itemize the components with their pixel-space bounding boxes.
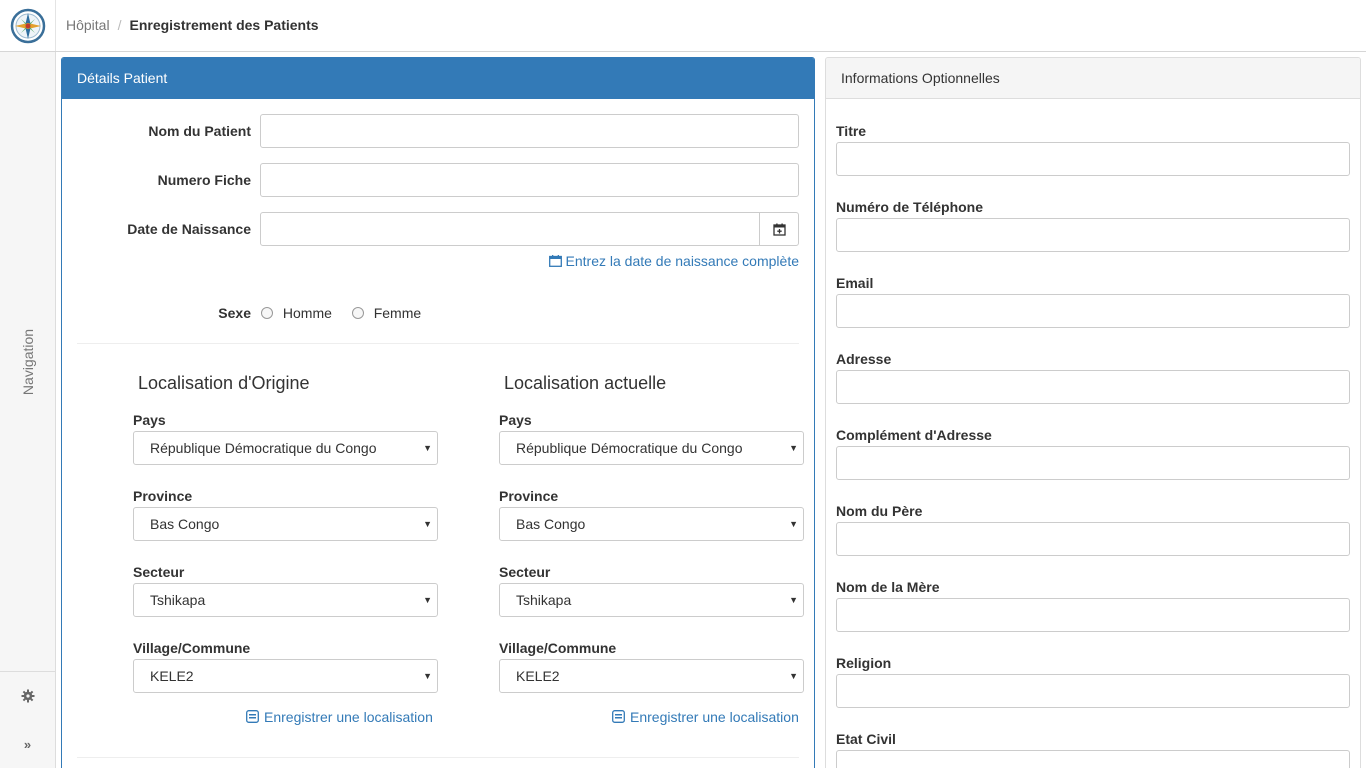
religion-input[interactable] <box>836 674 1350 708</box>
origin-country-label: Pays <box>133 412 166 428</box>
section-divider <box>77 757 799 758</box>
breadcrumb: Hôpital / Enregistrement des Patients <box>66 17 319 33</box>
dropdown-caret-icon: ▼ <box>423 443 432 453</box>
origin-village-select[interactable]: KELE2 ▼ <box>133 659 438 693</box>
current-country-label: Pays <box>499 412 532 428</box>
current-location-title: Localisation actuelle <box>504 373 667 393</box>
origin-sector-value: Tshikapa <box>150 592 206 608</box>
father-name-input[interactable] <box>836 522 1350 556</box>
origin-register-location-text: Enregistrer une localisation <box>264 709 433 725</box>
email-input[interactable] <box>836 294 1350 328</box>
current-sector-label: Secteur <box>499 564 551 580</box>
origin-village-label: Village/Commune <box>133 640 251 656</box>
phone-input[interactable] <box>836 218 1350 252</box>
sidebar-divider <box>0 671 55 672</box>
dropdown-caret-icon: ▼ <box>789 443 798 453</box>
settings-button[interactable] <box>0 676 55 716</box>
address-label: Adresse <box>836 351 892 367</box>
sex-male-radio[interactable] <box>261 307 273 319</box>
sidebar: Navigation » <box>0 52 56 768</box>
patient-details-header: Détails Patient <box>62 58 814 99</box>
dropdown-caret-icon: ▼ <box>789 519 798 529</box>
calendar-icon <box>548 255 562 267</box>
patient-name-label: Nom du Patient <box>148 123 251 139</box>
birth-date-label: Date de Naissance <box>127 221 251 237</box>
sex-label: Sexe <box>218 305 251 321</box>
civil-status-input[interactable] <box>836 750 1350 768</box>
mother-name-label: Nom de la Mère <box>836 579 940 595</box>
religion-label: Religion <box>836 655 892 671</box>
dropdown-caret-icon: ▼ <box>423 519 432 529</box>
current-register-location-link[interactable]: Enregistrer une localisation <box>612 709 799 725</box>
dropdown-caret-icon: ▼ <box>789 595 798 605</box>
origin-country-select[interactable]: République Démocratique du Congo ▼ <box>133 431 438 465</box>
origin-country-value: République Démocratique du Congo <box>150 440 377 456</box>
phone-label: Numéro de Téléphone <box>836 199 984 215</box>
current-village-select[interactable]: KELE2 ▼ <box>499 659 804 693</box>
origin-location-title: Localisation d'Origine <box>138 373 310 393</box>
current-province-value: Bas Congo <box>516 516 586 532</box>
email-label: Email <box>836 275 874 291</box>
origin-sector-select[interactable]: Tshikapa ▼ <box>133 583 438 617</box>
save-icon <box>246 710 259 723</box>
current-sector-select[interactable]: Tshikapa ▼ <box>499 583 804 617</box>
file-number-input[interactable] <box>260 163 799 197</box>
sidebar-navigation-label[interactable]: Navigation <box>20 329 36 395</box>
civil-status-label: Etat Civil <box>836 731 896 747</box>
sex-male-label[interactable]: Homme <box>283 305 332 321</box>
double-chevron-right-icon: » <box>23 736 32 752</box>
full-birth-date-link[interactable]: Entrez la date de naissance complète <box>548 253 799 269</box>
origin-province-label: Province <box>133 488 193 504</box>
address-complement-label: Complément d'Adresse <box>836 427 992 443</box>
current-province-label: Province <box>499 488 559 504</box>
current-country-value: République Démocratique du Congo <box>516 440 743 456</box>
patient-name-input[interactable] <box>260 114 799 148</box>
sex-female-label[interactable]: Femme <box>374 305 421 321</box>
optional-info-panel: Informations Optionnelles Titre Numéro d… <box>825 57 1361 768</box>
birth-date-input[interactable] <box>260 212 760 246</box>
current-province-select[interactable]: Bas Congo ▼ <box>499 507 804 541</box>
file-number-label: Numero Fiche <box>157 172 251 188</box>
dropdown-caret-icon: ▼ <box>423 595 432 605</box>
top-bar: Hôpital / Enregistrement des Patients <box>0 0 1366 52</box>
dropdown-caret-icon: ▼ <box>789 671 798 681</box>
page-title: Enregistrement des Patients <box>129 17 319 33</box>
expand-sidebar-button[interactable]: » <box>0 724 55 764</box>
sex-female-radio[interactable] <box>351 307 364 319</box>
sex-radio-group: Homme Femme <box>261 305 421 321</box>
origin-province-value: Bas Congo <box>150 516 220 532</box>
current-register-location-text: Enregistrer une localisation <box>630 709 799 725</box>
section-divider <box>77 343 799 344</box>
current-sector-value: Tshikapa <box>516 592 572 608</box>
save-icon <box>612 710 625 723</box>
title-label: Titre <box>836 123 867 139</box>
current-country-select[interactable]: République Démocratique du Congo ▼ <box>499 431 804 465</box>
origin-province-select[interactable]: Bas Congo ▼ <box>133 507 438 541</box>
calendar-button[interactable] <box>759 212 799 246</box>
app-logo[interactable] <box>0 0 56 51</box>
origin-sector-label: Secteur <box>133 564 185 580</box>
current-village-label: Village/Commune <box>499 640 617 656</box>
calendar-plus-icon <box>772 223 786 236</box>
origin-register-location-link[interactable]: Enregistrer une localisation <box>246 709 433 725</box>
compass-logo-icon <box>10 8 45 43</box>
title-input[interactable] <box>836 142 1350 176</box>
origin-village-value: KELE2 <box>150 668 194 684</box>
optional-info-header: Informations Optionnelles <box>826 58 1360 99</box>
mother-name-input[interactable] <box>836 598 1350 632</box>
gear-icon <box>21 689 34 703</box>
current-village-value: KELE2 <box>516 668 560 684</box>
address-input[interactable] <box>836 370 1350 404</box>
full-birth-date-text: Entrez la date de naissance complète <box>565 253 799 269</box>
dropdown-caret-icon: ▼ <box>423 671 432 681</box>
patient-details-panel: Détails Patient Nom du Patient Numero Fi… <box>61 57 815 768</box>
breadcrumb-root[interactable]: Hôpital <box>66 17 110 33</box>
breadcrumb-separator: / <box>117 17 122 33</box>
father-name-label: Nom du Père <box>836 503 923 519</box>
address-complement-input[interactable] <box>836 446 1350 480</box>
